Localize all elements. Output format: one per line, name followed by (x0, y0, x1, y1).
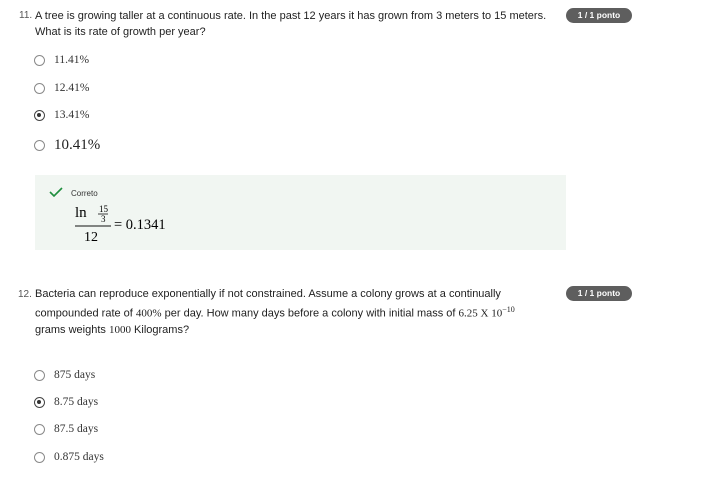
check-icon (49, 187, 63, 197)
feedback-panel: Correto ln 15 3 12 = 0.1341 (35, 175, 566, 250)
question-number: 12. (18, 289, 32, 300)
option-12-a[interactable]: 875 days (34, 366, 95, 384)
points-badge: 1 / 1 ponto (566, 8, 632, 23)
math-mass: 6.25 X 10 (458, 307, 503, 320)
result-text: = 0.1341 (114, 217, 166, 233)
option-label: 8.75 days (54, 396, 99, 408)
points-badge: 1 / 1 ponto (566, 286, 632, 301)
option-12-d[interactable]: 0.875 days (34, 448, 104, 466)
question-text-line: A tree is growing taller at a continuous… (35, 10, 547, 22)
math-exponent: −10 (502, 305, 515, 314)
radio-button-selected[interactable] (34, 109, 45, 121)
formula-graphic: ln 15 3 12 = 0.1341 (75, 204, 166, 245)
question-text-line: compounded rate of 400% per day. How man… (35, 302, 555, 322)
solution-formula: ln 15 3 12 = 0.1341 (75, 203, 185, 250)
radio-button[interactable] (34, 369, 45, 381)
divisor-text: 12 (84, 230, 98, 245)
question-text-line: What is its rate of growth per year? (35, 26, 206, 38)
radio-button-selected[interactable] (34, 396, 45, 408)
text-segment: compounded rate of (35, 307, 136, 320)
option-12-c[interactable]: 87.5 days (34, 420, 98, 438)
radio-button[interactable] (34, 82, 45, 94)
option-label: 13.41% (54, 109, 90, 121)
option-label: 0.875 days (54, 451, 104, 463)
question-text: A tree is growing taller at a continuous… (35, 8, 565, 40)
radio-button[interactable] (34, 139, 45, 151)
radio-button[interactable] (34, 54, 45, 66)
option-label: 875 days (54, 369, 96, 381)
question-text: Bacteria can reproduce exponentially if … (35, 286, 555, 338)
fraction-den: 3 (101, 214, 106, 224)
question-text-line: Bacteria can reproduce exponentially if … (35, 288, 501, 300)
option-label: 87.5 days (54, 423, 99, 435)
radio-button[interactable] (34, 451, 45, 463)
option-11-b[interactable]: 12.41% (34, 79, 89, 97)
question-number: 11. (19, 10, 33, 21)
option-11-c[interactable]: 13.41% (34, 106, 89, 124)
feedback-title: Correto (71, 189, 98, 198)
option-11-a[interactable]: 11.41% (34, 51, 89, 69)
fraction-num: 15 (99, 204, 109, 214)
radio-button[interactable] (34, 423, 45, 435)
option-12-b[interactable]: 8.75 days (34, 393, 98, 411)
math-rate: 400% (135, 307, 162, 320)
option-11-d[interactable]: 10.41% (34, 136, 100, 154)
text-segment: Kilograms? (130, 323, 190, 336)
option-label: 12.41% (54, 82, 90, 94)
option-label: 11.41% (54, 54, 90, 66)
math-weight: 1000 (108, 323, 131, 336)
text-segment: grams weights (35, 323, 109, 336)
text-segment: per day. How many days before a colony w… (161, 307, 459, 320)
ln-text: ln (75, 205, 87, 221)
question-text-line: grams weights 1000 Kilograms? (35, 322, 555, 338)
option-label: 10.41% (54, 136, 101, 153)
